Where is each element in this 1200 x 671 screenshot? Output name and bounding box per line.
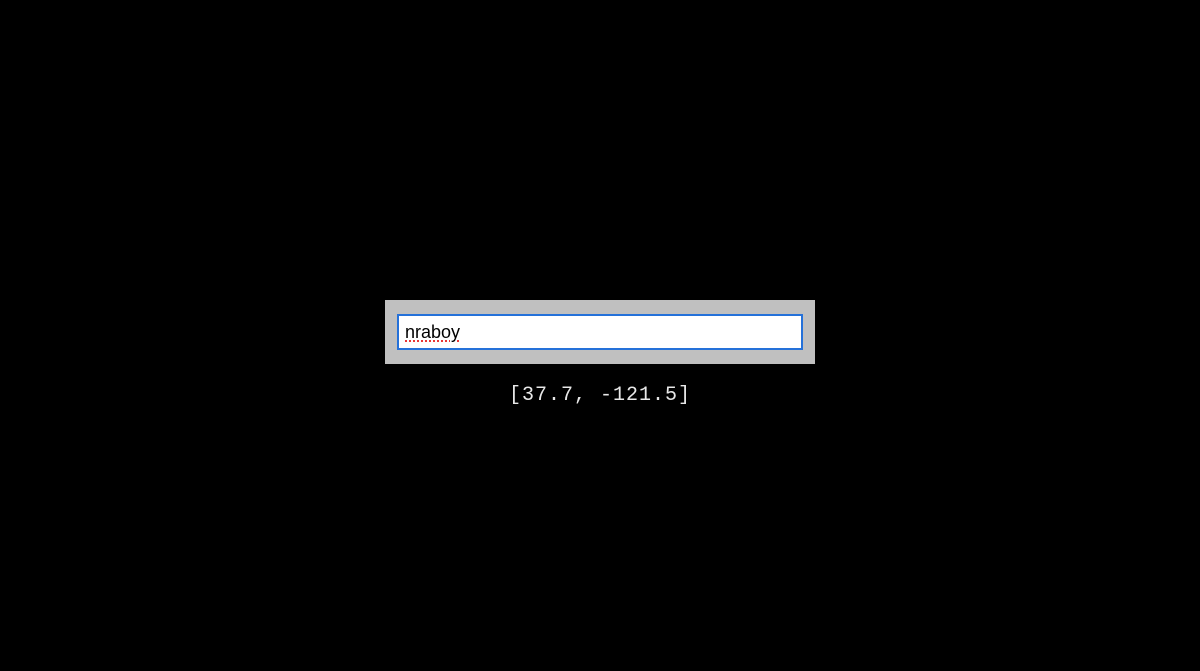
username-input[interactable] bbox=[397, 314, 803, 350]
main-container: [37.7, -121.5] bbox=[385, 300, 815, 407]
coordinates-display: [37.7, -121.5] bbox=[509, 384, 691, 407]
input-panel bbox=[385, 300, 815, 364]
